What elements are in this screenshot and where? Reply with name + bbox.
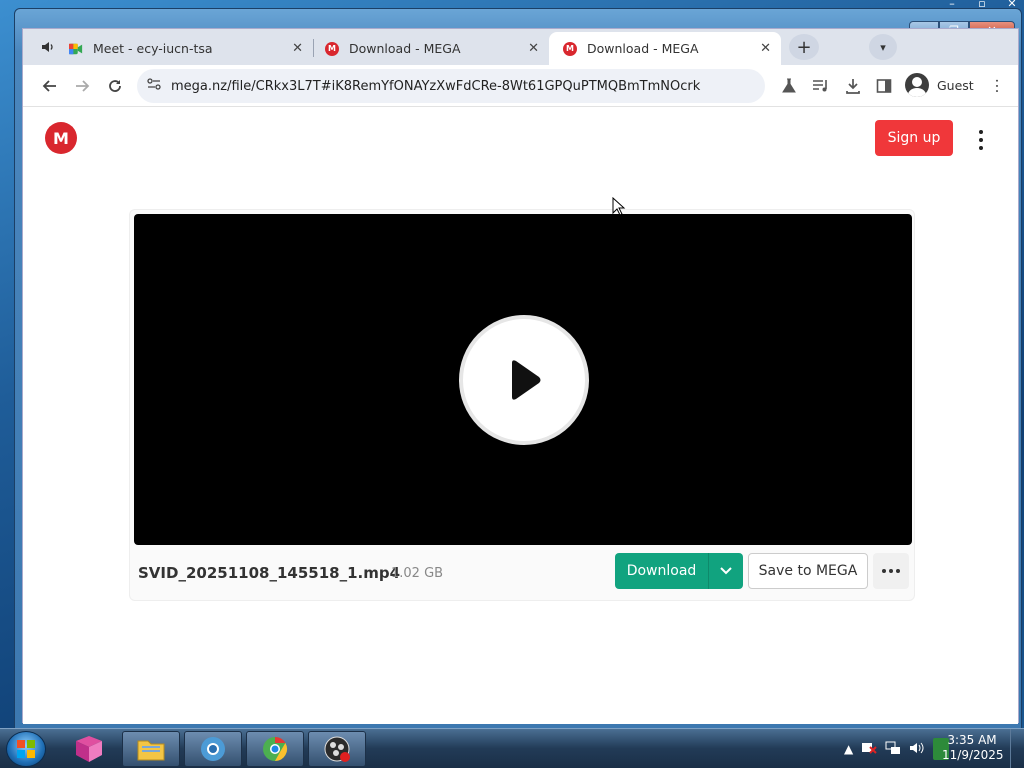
clock-date: 11/9/2025 bbox=[942, 748, 1004, 762]
vertical-dots-icon: ⋯ bbox=[988, 78, 1007, 94]
tab-title: Meet - ecy-iucn-tsa bbox=[93, 41, 213, 56]
media-button[interactable] bbox=[809, 74, 833, 98]
network-error-icon[interactable] bbox=[861, 741, 877, 758]
download-icon bbox=[846, 79, 860, 94]
file-size: 1.02 GB bbox=[391, 566, 444, 581]
dot-icon bbox=[979, 130, 983, 134]
clock-time: 3:35 AM bbox=[947, 733, 997, 747]
close-tab-icon[interactable]: ✕ bbox=[760, 41, 771, 56]
close-tab-icon[interactable]: ✕ bbox=[292, 41, 303, 56]
close-tab-icon[interactable]: ✕ bbox=[528, 41, 539, 56]
file-info-bar: SVID_20251108_145518_1.mp4 1.02 GB Downl… bbox=[130, 545, 914, 601]
video-player[interactable] bbox=[134, 214, 912, 545]
flask-icon bbox=[782, 78, 796, 93]
save-to-mega-button[interactable]: Save to MEGA bbox=[748, 553, 868, 589]
url-input[interactable] bbox=[171, 78, 731, 94]
play-icon bbox=[512, 360, 541, 400]
download-button[interactable]: Download bbox=[615, 553, 709, 589]
taskbar-browser-2[interactable] bbox=[246, 731, 304, 767]
chrome-icon bbox=[263, 737, 288, 761]
download-split-button[interactable]: Download bbox=[615, 553, 743, 589]
mega-icon: M bbox=[325, 41, 339, 56]
forward-arrow-icon bbox=[76, 80, 90, 92]
network-icon[interactable] bbox=[885, 741, 901, 758]
mega-page: M Sign up SVID_20251108_145518_1.mp4 1.0… bbox=[23, 108, 1018, 724]
address-bar[interactable] bbox=[137, 69, 765, 103]
speaker-icon[interactable] bbox=[41, 40, 55, 57]
system-tray: ▲ bbox=[844, 729, 950, 768]
avatar-icon bbox=[905, 73, 929, 97]
mega-icon: M bbox=[563, 41, 577, 56]
chevron-down-icon bbox=[720, 567, 732, 575]
windows-logo-icon bbox=[17, 740, 35, 758]
media-queue-icon bbox=[813, 80, 827, 92]
mega-logo[interactable]: M bbox=[45, 122, 77, 154]
page-menu-button[interactable] bbox=[977, 130, 985, 150]
download-options-button[interactable] bbox=[709, 553, 743, 589]
plus-icon: + bbox=[796, 36, 812, 58]
reload-button[interactable] bbox=[103, 74, 127, 98]
clock[interactable]: 3:35 AM 11/9/2025 bbox=[942, 733, 1004, 763]
tab-strip: Meet - ecy-iucn-tsa ✕ M Download - MEGA … bbox=[23, 29, 1018, 65]
minimize-icon: – bbox=[949, 0, 955, 10]
back-arrow-icon bbox=[42, 80, 56, 92]
mouse-cursor-icon bbox=[612, 196, 626, 221]
dot-icon bbox=[889, 569, 893, 573]
chevron-down-icon: ▾ bbox=[880, 40, 886, 54]
tab-title: Download - MEGA bbox=[587, 41, 699, 56]
browser-toolbar: Guest ⋯ bbox=[23, 65, 1018, 107]
play-button[interactable] bbox=[459, 315, 589, 445]
signup-button[interactable]: Sign up bbox=[875, 120, 953, 156]
downloads-button[interactable] bbox=[841, 74, 865, 98]
taskbar: ▲ 3:35 AM 11/9/2025 bbox=[0, 728, 1024, 768]
background-window-controls: – ▫ ✕ bbox=[946, 0, 1018, 10]
tab-mega-active[interactable]: M Download - MEGA ✕ bbox=[549, 32, 781, 65]
mega-logo-letter: M bbox=[53, 128, 69, 148]
side-panel-button[interactable] bbox=[872, 74, 896, 98]
dot-icon bbox=[882, 569, 886, 573]
browser: Meet - ecy-iucn-tsa ✕ M Download - MEGA … bbox=[22, 28, 1019, 724]
obs-record-icon bbox=[324, 736, 350, 762]
file-name: SVID_20251108_145518_1.mp4 bbox=[138, 564, 401, 582]
tab-mega-1[interactable]: M Download - MEGA ✕ bbox=[319, 32, 549, 65]
side-panel-icon bbox=[876, 79, 892, 93]
new-tab-button[interactable]: + bbox=[789, 34, 819, 60]
back-button[interactable] bbox=[38, 74, 62, 98]
tab-separator bbox=[313, 39, 314, 57]
reload-icon bbox=[109, 80, 121, 92]
tab-meet[interactable]: Meet - ecy-iucn-tsa ✕ bbox=[41, 32, 313, 65]
forward-button[interactable] bbox=[70, 74, 94, 98]
profile-button[interactable]: Guest bbox=[901, 70, 979, 100]
app-cube-icon bbox=[76, 736, 102, 762]
maximize-icon: ▫ bbox=[978, 0, 986, 10]
taskbar-obs[interactable] bbox=[308, 731, 366, 767]
more-options-button[interactable] bbox=[873, 553, 909, 589]
tab-search-button[interactable]: ▾ bbox=[869, 34, 897, 60]
show-desktop-button[interactable] bbox=[1010, 729, 1024, 768]
site-info-icon[interactable] bbox=[147, 78, 167, 94]
dot-icon bbox=[979, 146, 983, 150]
taskbar-browser-1[interactable] bbox=[184, 731, 242, 767]
taskbar-app-1[interactable] bbox=[60, 731, 118, 767]
volume-icon[interactable] bbox=[909, 741, 925, 758]
dot-icon bbox=[979, 138, 983, 142]
browser-menu-button[interactable]: ⋯ bbox=[985, 74, 1009, 98]
taskbar-explorer[interactable] bbox=[122, 731, 180, 767]
profile-label: Guest bbox=[937, 77, 974, 93]
labs-button[interactable] bbox=[777, 74, 801, 98]
browser-globe-icon bbox=[201, 737, 225, 761]
folder-icon bbox=[137, 740, 165, 761]
dot-icon bbox=[896, 569, 900, 573]
start-button[interactable] bbox=[6, 731, 46, 767]
close-icon: ✕ bbox=[1007, 0, 1017, 10]
google-meet-icon bbox=[69, 42, 83, 56]
file-preview-card: SVID_20251108_145518_1.mp4 1.02 GB Downl… bbox=[129, 209, 915, 601]
tab-title: Download - MEGA bbox=[349, 41, 461, 56]
tray-expand-icon[interactable]: ▲ bbox=[844, 742, 853, 756]
